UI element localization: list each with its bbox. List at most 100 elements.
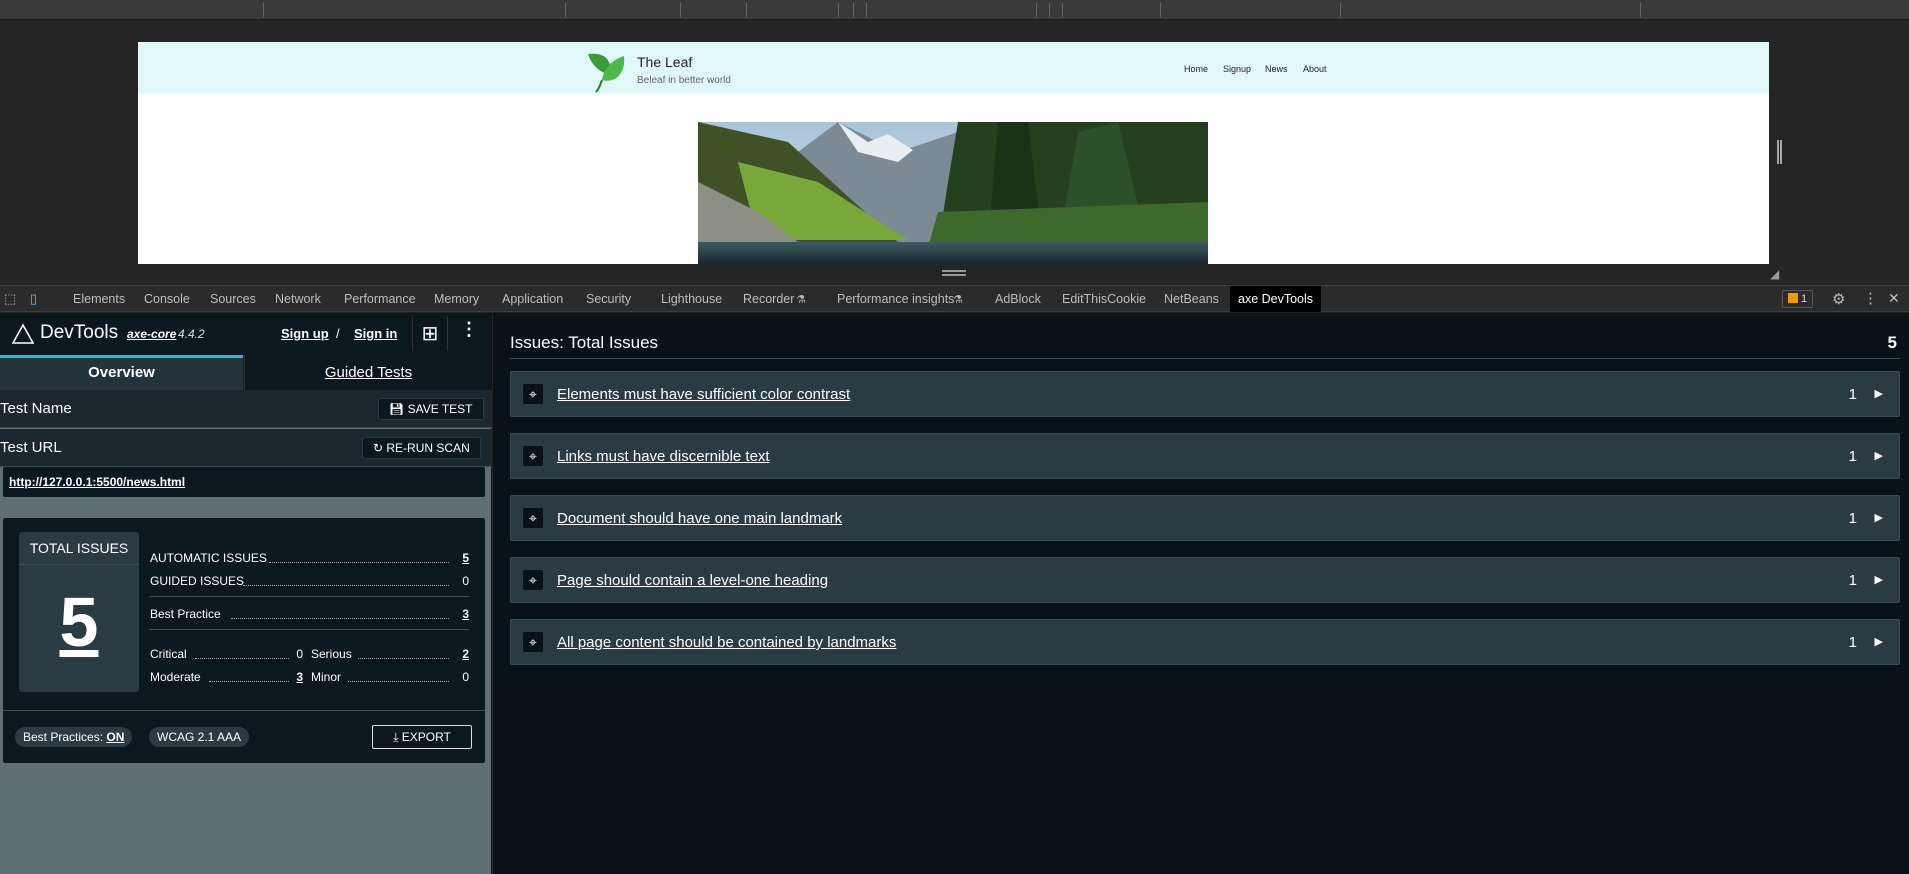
issues-badge-count: 1 bbox=[1801, 293, 1808, 305]
download-icon: ⤓ bbox=[393, 730, 402, 744]
best-practice-count[interactable]: 3 bbox=[453, 607, 469, 621]
panel-drag-handle[interactable] bbox=[942, 270, 966, 276]
issue-title[interactable]: Page should contain a level-one heading bbox=[557, 572, 828, 589]
tab-security[interactable]: Security bbox=[586, 286, 631, 312]
toolbar-divider bbox=[1036, 3, 1037, 17]
test-url-row: Test URL ↻ RE-RUN SCAN bbox=[0, 429, 492, 467]
corner-resize-icon[interactable]: ◢ bbox=[1770, 267, 1779, 281]
tab-recorder[interactable]: Recorder bbox=[743, 286, 794, 312]
highlight-crosshair-icon[interactable]: ⌖ bbox=[523, 632, 543, 652]
export-button[interactable]: ⤓ EXPORT bbox=[372, 725, 472, 749]
nav-home-link[interactable]: Home bbox=[1184, 64, 1208, 74]
chevron-right-icon[interactable]: ▶ bbox=[1875, 635, 1883, 648]
tab-guided-tests[interactable]: Guided Tests bbox=[244, 355, 492, 390]
toolbar-divider bbox=[1160, 3, 1161, 17]
tab-netbeans[interactable]: NetBeans bbox=[1164, 286, 1219, 312]
nav-about-link[interactable]: About bbox=[1303, 64, 1327, 74]
issue-row[interactable]: ⌖ Page should contain a level-one headin… bbox=[510, 557, 1900, 603]
axe-menu-icon[interactable]: ⋮ bbox=[460, 319, 478, 340]
axe-core-link[interactable]: axe-core bbox=[127, 327, 176, 341]
serious-count[interactable]: 2 bbox=[453, 647, 469, 661]
tab-axe-devtools[interactable]: axe DevTools bbox=[1230, 286, 1322, 312]
highlight-crosshair-icon[interactable]: ⌖ bbox=[523, 446, 543, 466]
issue-row[interactable]: ⌖ Elements must have sufficient color co… bbox=[510, 371, 1900, 417]
tab-application[interactable]: Application bbox=[502, 286, 563, 312]
toolbar-divider bbox=[866, 3, 867, 17]
tab-adblock[interactable]: AdBlock bbox=[995, 286, 1041, 312]
issues-summary-card: TOTAL ISSUES 5 AUTOMATIC ISSUES 5 GUIDED… bbox=[3, 518, 485, 763]
guided-issues-label: GUIDED ISSUES bbox=[150, 574, 245, 588]
axe-version: 4.4.2 bbox=[178, 327, 205, 341]
chevron-right-icon[interactable]: ▶ bbox=[1875, 449, 1883, 462]
issue-title[interactable]: Elements must have sufficient color cont… bbox=[557, 386, 850, 403]
sign-up-link[interactable]: Sign up bbox=[281, 326, 329, 341]
issue-title[interactable]: Document should have one main landmark bbox=[557, 510, 842, 527]
wcag-standard-pill[interactable]: WCAG 2.1 AAA bbox=[149, 727, 250, 747]
rerun-scan-button[interactable]: ↻ RE-RUN SCAN bbox=[362, 437, 481, 459]
highlight-crosshair-icon[interactable]: ⌖ bbox=[523, 508, 543, 528]
automatic-issues-label: AUTOMATIC ISSUES bbox=[150, 551, 267, 565]
toolbar-divider bbox=[853, 3, 854, 17]
flask-icon: ⚗ bbox=[953, 294, 963, 306]
chevron-right-icon[interactable]: ▶ bbox=[1875, 573, 1883, 586]
tab-network[interactable]: Network bbox=[275, 286, 321, 312]
test-url-field[interactable]: http://127.0.0.1:5500/news.html bbox=[3, 467, 485, 497]
chevron-right-icon[interactable]: ▶ bbox=[1875, 511, 1883, 524]
minor-count: 0 bbox=[462, 670, 469, 684]
new-scan-icon[interactable]: ⊞ bbox=[412, 317, 448, 351]
best-practices-toggle[interactable]: Best Practices: ON bbox=[15, 727, 133, 747]
viewport-resize-handle[interactable] bbox=[1777, 140, 1782, 164]
leader-dots bbox=[358, 658, 449, 659]
nav-signup-link[interactable]: Signup bbox=[1223, 64, 1251, 74]
close-devtools-icon[interactable]: ✕ bbox=[1888, 290, 1900, 307]
device-toolbar-icon[interactable]: ▯ bbox=[30, 291, 37, 307]
tab-lighthouse[interactable]: Lighthouse bbox=[661, 286, 722, 312]
tab-console[interactable]: Console bbox=[144, 286, 190, 312]
total-issues-count[interactable]: 5 bbox=[19, 582, 139, 662]
issue-title[interactable]: All page content should be contained by … bbox=[557, 634, 896, 651]
tab-performance[interactable]: Performance bbox=[344, 286, 416, 312]
automatic-issues-count[interactable]: 5 bbox=[453, 551, 469, 565]
auth-separator: / bbox=[336, 326, 340, 341]
sign-in-link[interactable]: Sign in bbox=[354, 326, 397, 341]
issue-title[interactable]: Links must have discernible text bbox=[557, 448, 770, 465]
moderate-label: Moderate bbox=[150, 670, 201, 684]
browser-toolbar bbox=[0, 0, 1909, 20]
issue-row[interactable]: ⌖ Links must have discernible text 1 ▶ bbox=[510, 433, 1900, 479]
axe-left-panel: DevTools axe-core 4.4.2 Sign up / Sign i… bbox=[0, 313, 492, 874]
leader-dots bbox=[243, 585, 449, 586]
leader-dots bbox=[209, 681, 289, 682]
tab-performance-insights[interactable]: Performance insights bbox=[837, 286, 954, 312]
tab-elements[interactable]: Elements bbox=[73, 286, 125, 312]
best-practices-value: ON bbox=[106, 730, 125, 744]
issues-badge[interactable]: 1 bbox=[1782, 290, 1814, 308]
axe-view-tabs: Overview Guided Tests bbox=[0, 355, 492, 390]
toolbar-divider bbox=[1062, 3, 1063, 17]
tab-editthiscookie[interactable]: EditThisCookie bbox=[1062, 286, 1146, 312]
chevron-right-icon[interactable]: ▶ bbox=[1875, 387, 1883, 400]
toolbar-divider bbox=[263, 3, 264, 17]
settings-gear-icon[interactable]: ⚙ bbox=[1832, 290, 1845, 308]
divider bbox=[3, 710, 485, 711]
nav-news-link[interactable]: News bbox=[1265, 64, 1288, 74]
leader-dots bbox=[269, 562, 449, 563]
moderate-count[interactable]: 3 bbox=[291, 670, 303, 684]
divider bbox=[510, 358, 1900, 359]
issues-panel: Issues: Total Issues 5 ⌖ Elements must h… bbox=[493, 313, 1909, 874]
highlight-crosshair-icon[interactable]: ⌖ bbox=[523, 384, 543, 404]
save-test-label: SAVE TEST bbox=[407, 402, 473, 416]
more-options-icon[interactable]: ⋮ bbox=[1863, 289, 1878, 307]
tab-memory[interactable]: Memory bbox=[434, 286, 479, 312]
test-url-link[interactable]: http://127.0.0.1:5500/news.html bbox=[9, 475, 185, 489]
leader-dots bbox=[195, 658, 289, 659]
tab-sources[interactable]: Sources bbox=[210, 286, 256, 312]
issue-row[interactable]: ⌖ All page content should be contained b… bbox=[510, 619, 1900, 665]
issue-row[interactable]: ⌖ Document should have one main landmark… bbox=[510, 495, 1900, 541]
save-test-button[interactable]: 💾︎ SAVE TEST bbox=[378, 398, 484, 420]
inspect-element-icon[interactable]: ⬚ bbox=[4, 291, 16, 307]
tab-overview[interactable]: Overview bbox=[0, 355, 243, 390]
toolbar-divider bbox=[1640, 3, 1641, 17]
warning-icon bbox=[1788, 293, 1798, 303]
highlight-crosshair-icon[interactable]: ⌖ bbox=[523, 570, 543, 590]
axe-header: DevTools axe-core 4.4.2 Sign up / Sign i… bbox=[0, 313, 492, 355]
